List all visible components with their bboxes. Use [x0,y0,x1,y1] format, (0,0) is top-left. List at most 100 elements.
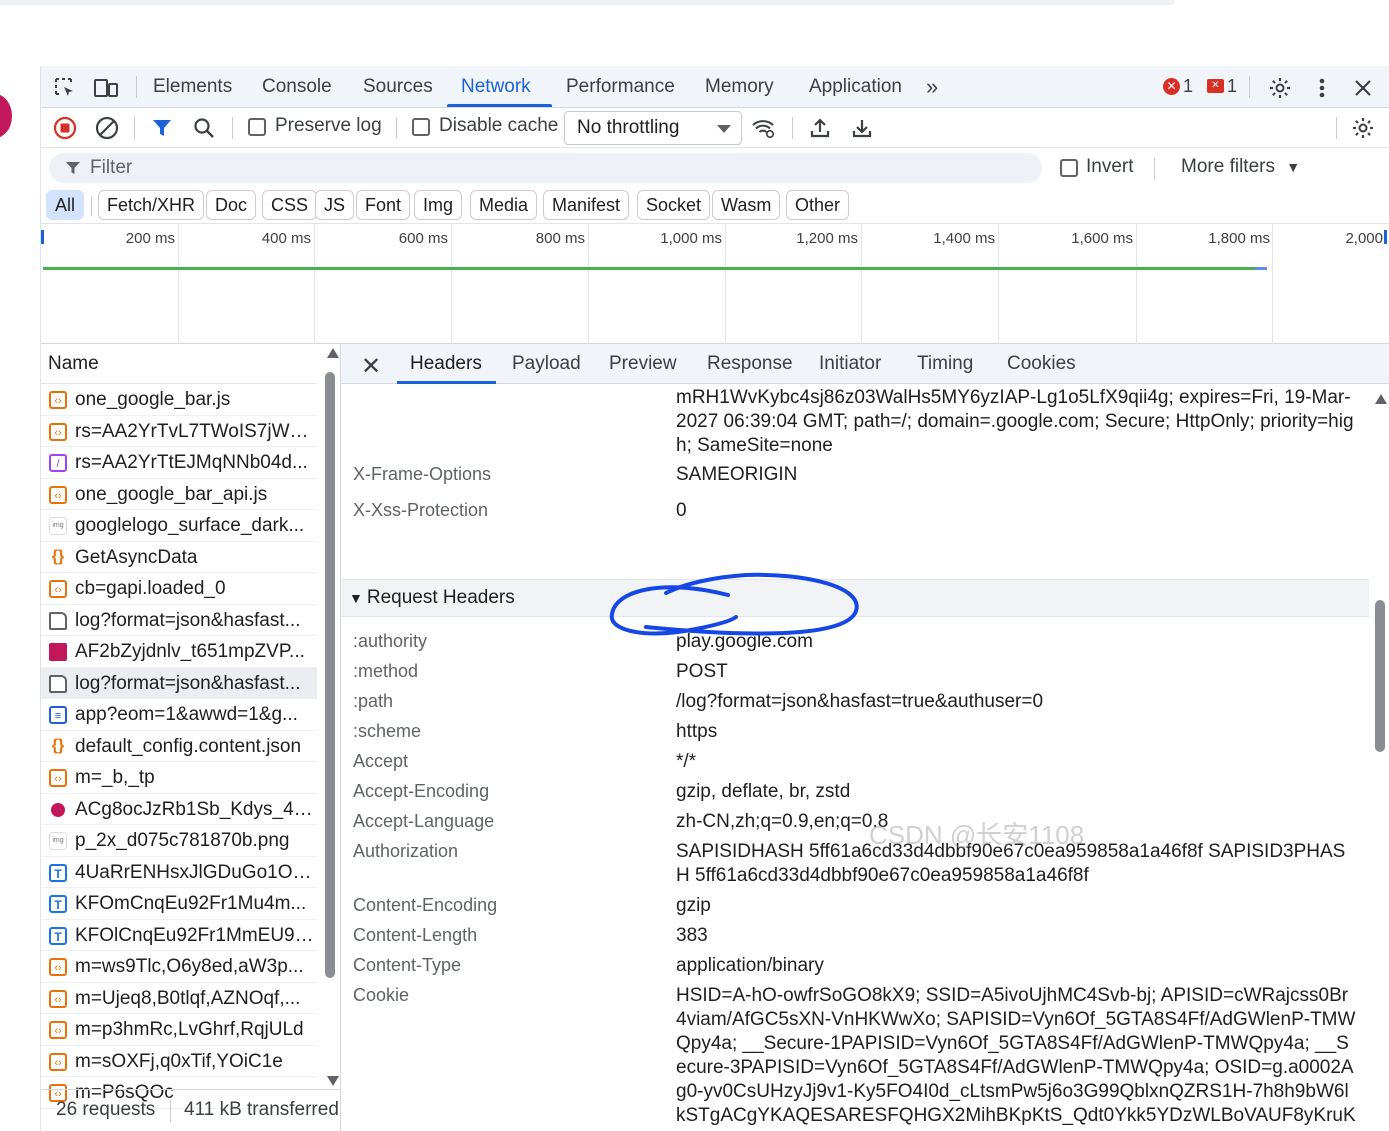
tab-performance[interactable]: Performance [566,66,675,108]
tab-preview[interactable]: Preview [609,344,677,384]
page-avatar-partial [0,94,12,138]
settings-gear-icon[interactable] [1267,75,1293,101]
issue-count: 1 [1227,75,1238,96]
more-filters-button[interactable]: More filters ▼ [1181,156,1300,178]
request-row[interactable]: ‹› m=Ujeq8,B0tlqf,AZNOqf,... [41,983,317,1014]
type-filter-js[interactable]: JS [315,190,355,220]
browser-page-left [0,66,40,1131]
devtools-tab-bar: Elements Console Sources Network Perform… [41,66,1389,108]
scrollbar-thumb[interactable] [1375,600,1385,752]
tab-memory[interactable]: Memory [705,66,774,108]
request-row[interactable]: ‹› rs=AA2YrTvL7TWoIS7jW_... [41,416,317,447]
export-har-download-icon[interactable] [849,115,875,141]
request-row[interactable]: / rs=AA2YrTtEJMqNNb04d... [41,447,317,479]
timeline-left-handle[interactable] [41,230,44,244]
network-conditions-wifi-icon[interactable] [751,115,777,141]
header-value: 383 [676,925,708,946]
type-filter-all[interactable]: All [46,190,85,220]
tab-response[interactable]: Response [707,344,793,384]
request-row[interactable]: {} GetAsyncData [41,542,317,573]
timeline-tick: 1,000 ms [660,230,722,247]
tab-application[interactable]: Application [809,66,902,108]
request-row[interactable]: log?format=json&hasfast... [41,605,317,636]
scroll-up-icon[interactable] [327,348,339,358]
header-name: Accept-Encoding [353,781,490,801]
tab-elements[interactable]: Elements [153,66,232,108]
type-filter-other[interactable]: Other [786,190,850,220]
tab-timing[interactable]: Timing [917,344,973,384]
favicon-icon [49,643,67,661]
tab-headers[interactable]: Headers [410,344,482,384]
details-tab-bar: ✕ Headers Payload Preview Response Initi… [341,344,1389,384]
request-row[interactable]: ACg8ocJzRb1Sb_Kdys_4g... [41,794,317,825]
device-toolbar-icon[interactable] [93,75,119,101]
timeline-tick: 200 ms [125,230,175,247]
tab-initiator[interactable]: Initiator [819,344,881,384]
request-row[interactable]: ‹› cb=gapi.loaded_0 [41,573,317,605]
close-details-icon[interactable]: ✕ [361,352,381,381]
type-filter-font[interactable]: Font [356,190,411,220]
request-headers-section[interactable]: ▼ Request Headers [341,579,1369,617]
request-row[interactable]: ‹› one_google_bar.js [41,384,317,416]
filter-input[interactable]: Filter [49,153,1042,183]
tab-cookies[interactable]: Cookies [1007,344,1076,384]
preserve-log-checkbox[interactable] [248,118,266,136]
request-row[interactable]: {} default_config.content.json [41,731,317,762]
type-filter-socket[interactable]: Socket [637,190,711,220]
more-options-icon[interactable] [1309,75,1335,101]
invert-checkbox[interactable] [1060,159,1078,177]
request-row[interactable]: ‹› m=p3hmRc,LvGhrf,RqjULd [41,1014,317,1046]
scroll-down-icon[interactable] [327,1076,339,1086]
tab-payload[interactable]: Payload [512,344,581,384]
request-row[interactable]: T KFOmCnqEu92Fr1Mu4m... [41,888,317,920]
name-column-header[interactable]: Name [41,344,317,384]
toolbar-separator [792,117,793,139]
timeline-activity-bar [43,267,1255,270]
request-row[interactable]: img p_2x_d075c781870b.png [41,825,317,857]
request-row[interactable]: ‹› m=_b,_tp [41,762,317,794]
stop-recording-icon[interactable] [52,115,78,141]
request-row[interactable]: ‹› m=ws9Tlc,O6y8ed,aW3p... [41,951,317,983]
type-filter-media[interactable]: Media [470,190,538,220]
disable-cache-checkbox[interactable] [412,118,430,136]
timeline-load-marker [1255,267,1267,270]
timeline-tick: 2,000 [1345,230,1383,247]
import-har-upload-icon[interactable] [807,115,833,141]
request-row[interactable]: T 4UaRrENHsxJlGDuGo1OIl... [41,857,317,888]
request-row[interactable]: ≡ app?eom=1&awwd=1&g... [41,699,317,731]
type-filter-manifest[interactable]: Manifest [543,190,630,220]
close-devtools-icon[interactable] [1350,75,1376,101]
scrollbar-thumb[interactable] [325,372,335,978]
request-row[interactable]: T KFOlCnqEu92Fr1MmEU9f... [41,920,317,951]
script-icon: ‹› [49,580,67,598]
tab-sources[interactable]: Sources [363,66,433,108]
type-filter-css[interactable]: CSS [262,190,318,220]
scroll-up-icon[interactable] [1375,394,1387,404]
request-row[interactable]: ‹› one_google_bar_api.js [41,479,317,510]
type-filter-img[interactable]: Img [414,190,463,220]
search-icon[interactable] [191,115,217,141]
throttling-select[interactable]: No throttling [564,111,742,145]
details-scrollbar[interactable] [1371,392,1389,1131]
clear-icon[interactable] [94,115,120,141]
tab-separator [136,76,137,98]
timeline-right-handle[interactable] [1384,230,1387,244]
tab-network[interactable]: Network [461,66,531,108]
type-filter-wasm[interactable]: Wasm [712,190,781,220]
timeline-overview[interactable]: 200 ms 400 ms 600 ms 800 ms 1,000 ms 1,2… [41,224,1389,344]
network-settings-gear-icon[interactable] [1350,115,1376,141]
issues-badge[interactable]: ✕ 1 [1207,74,1237,98]
request-row[interactable]: img googlelogo_surface_dark... [41,510,317,542]
request-row[interactable]: log?format=json&hasfast... [41,667,317,699]
type-filter-doc[interactable]: Doc [206,190,257,220]
more-tabs-icon[interactable]: » [926,66,938,108]
header-name: :method [353,661,419,681]
filter-funnel-icon[interactable] [149,115,175,141]
request-list-scrollbar[interactable] [322,344,341,1089]
type-filter-fetch-xhr[interactable]: Fetch/XHR [98,190,205,220]
tab-console[interactable]: Console [262,66,332,108]
request-row[interactable]: AF2bZyjdnlv_t651mpZVP... [41,636,317,668]
request-row[interactable]: ‹› m=sOXFj,q0xTif,YOiC1e [41,1046,317,1077]
error-badge[interactable]: ✕ 1 [1163,74,1193,98]
inspect-element-icon[interactable] [52,75,78,101]
